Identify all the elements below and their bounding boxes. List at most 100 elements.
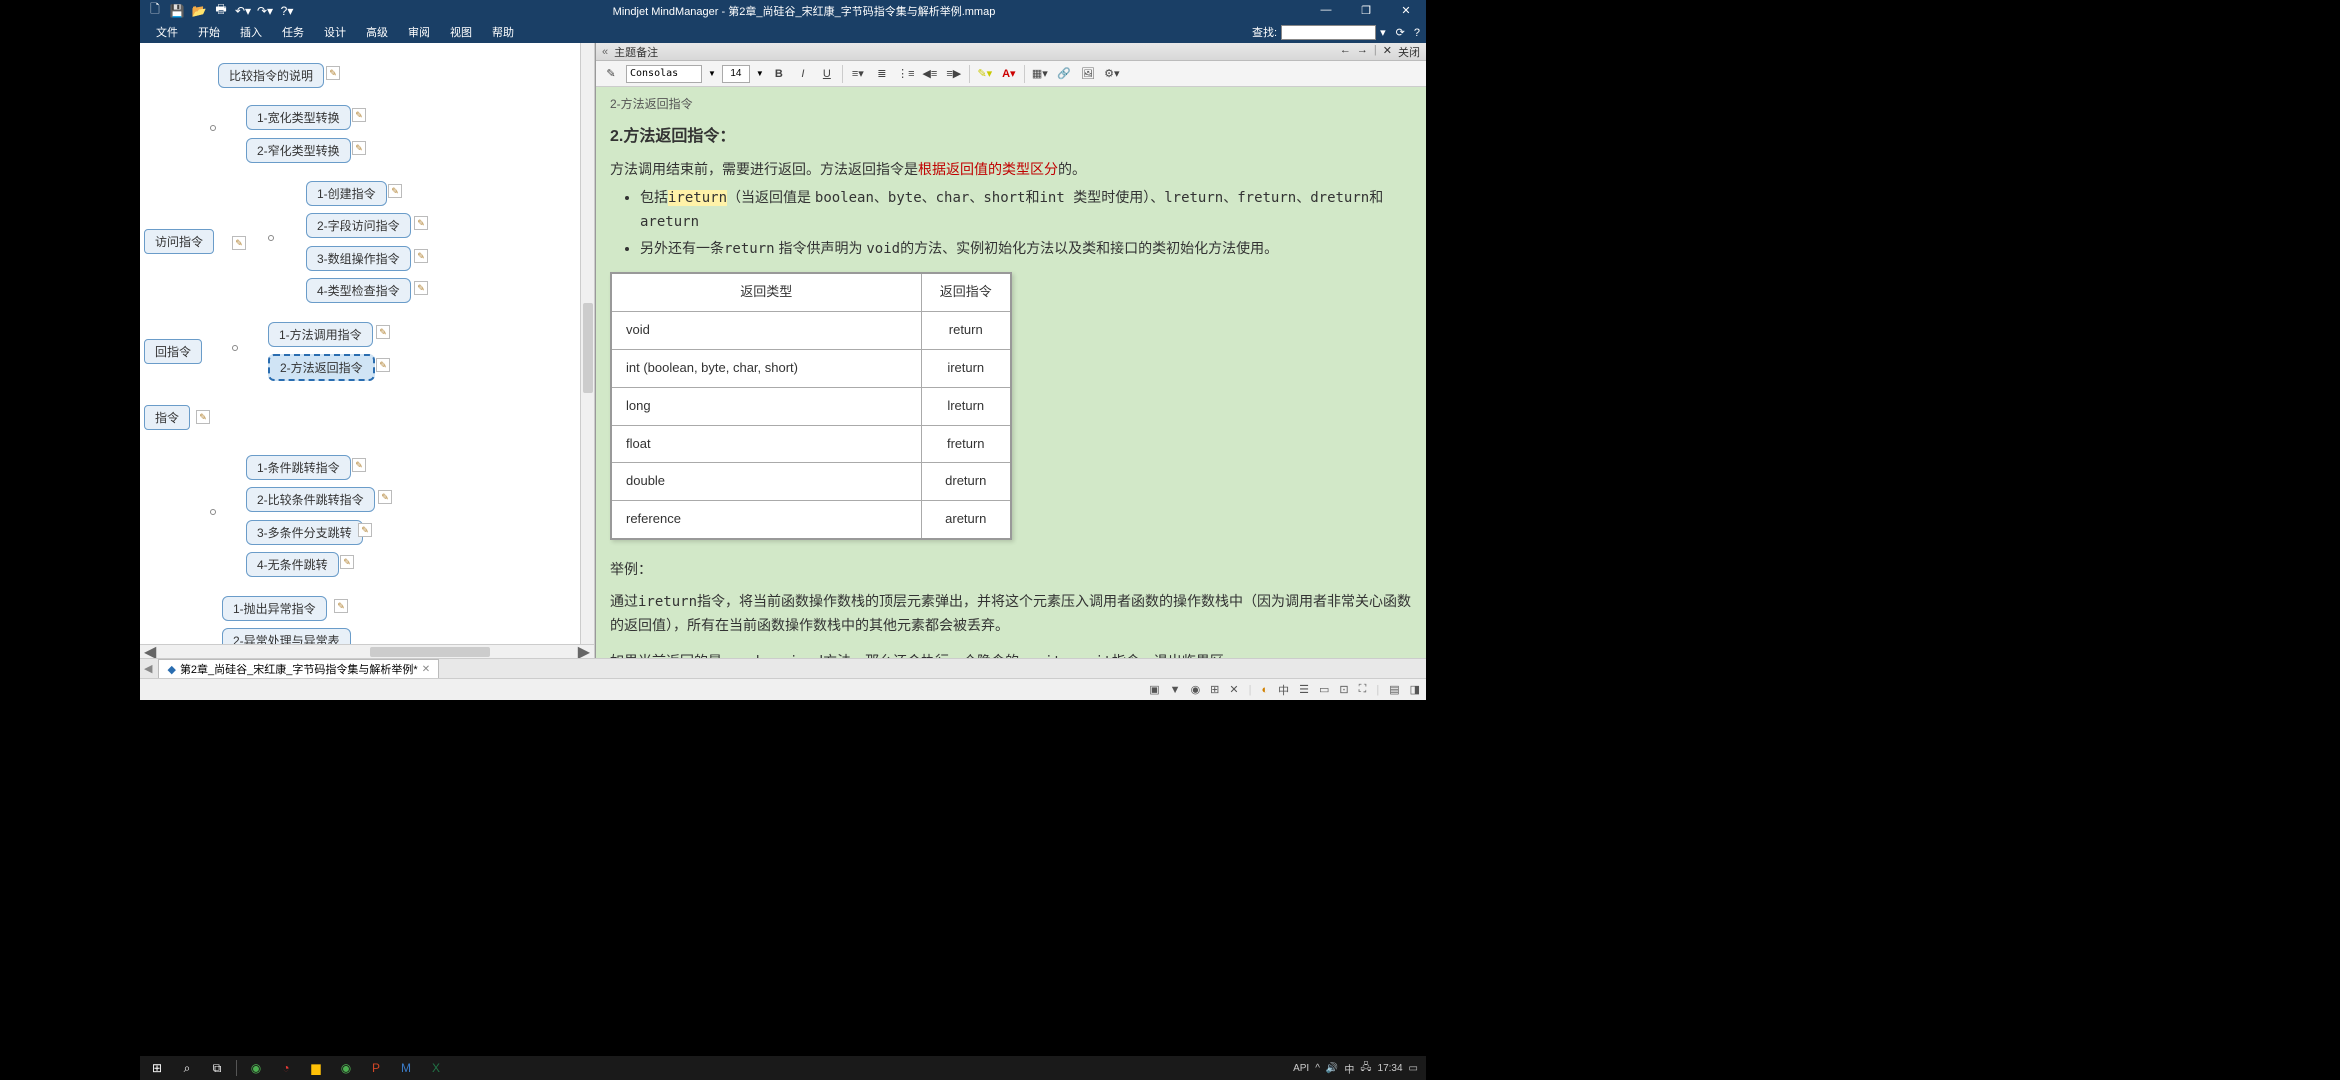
status-icon[interactable]: ▤ (1389, 683, 1399, 696)
menu-advanced[interactable]: 高级 (356, 24, 398, 40)
node-instr-root[interactable]: 指令 (144, 405, 190, 430)
help-dropdown-icon[interactable]: ?▾ (280, 4, 294, 18)
notes-body[interactable]: 2-方法返回指令 2.方法返回指令： 方法调用结束前，需要进行返回。方法返回指令… (596, 87, 1426, 658)
filter-icon[interactable]: ▼ (1170, 684, 1181, 696)
scroll-left-icon[interactable]: ◀ (140, 642, 160, 659)
canvas-horizontal-scrollbar[interactable]: ◀ ▶ (140, 644, 594, 658)
node-return-root[interactable]: 回指令 (144, 339, 202, 364)
node-invoke[interactable]: 1-方法调用指令 (268, 322, 373, 347)
cloud-icon[interactable]: ⟳ (1396, 27, 1405, 39)
status-icon[interactable]: ▭ (1319, 683, 1329, 696)
menu-insert[interactable]: 插入 (230, 24, 272, 40)
node-field[interactable]: 2-字段访问指令 (306, 213, 411, 238)
tray-arrow-icon[interactable]: ^ (1315, 1063, 1320, 1074)
start-button[interactable]: ⊞ (142, 1057, 172, 1079)
tray-ime-icon[interactable]: 中 (1344, 1061, 1354, 1076)
chrome-icon[interactable]: ◉ (241, 1057, 271, 1079)
app-icon[interactable]: ◔ (271, 1057, 301, 1079)
status-icon[interactable]: ▣ (1149, 683, 1159, 696)
search-input[interactable] (1281, 25, 1376, 40)
note-icon[interactable]: ✎ (414, 281, 428, 295)
node-uncond[interactable]: 4-无条件跳转 (246, 552, 339, 577)
note-icon[interactable]: ✎ (326, 66, 340, 80)
note-icon[interactable]: ✎ (196, 410, 210, 424)
explorer-icon[interactable]: ▆ (301, 1057, 331, 1079)
search-icon[interactable]: ⌕ (172, 1057, 202, 1079)
redo-icon[interactable]: ↷▾ (258, 4, 272, 18)
scroll-right-icon[interactable]: ▶ (574, 642, 594, 659)
tray-volume-icon[interactable]: 🔊 (1326, 1063, 1338, 1074)
link-button[interactable]: 🔗 (1055, 65, 1073, 83)
open-icon[interactable]: 📂 (192, 4, 206, 18)
minimize-button[interactable]: — (1306, 4, 1346, 17)
size-dropdown-icon[interactable]: ▼ (756, 69, 764, 78)
highlight-color-button[interactable]: ✎▾ (976, 65, 994, 83)
status-icon[interactable]: ⊞ (1210, 683, 1219, 696)
status-icon[interactable]: ◨ (1410, 683, 1420, 696)
node-create[interactable]: 1-创建指令 (306, 181, 387, 206)
table-button[interactable]: ▦▾ (1031, 65, 1049, 83)
close-button[interactable]: ✕ (1386, 4, 1426, 17)
more-button[interactable]: ⚙▾ (1103, 65, 1121, 83)
collapse-icon[interactable]: « (602, 46, 608, 58)
new-icon[interactable]: 🗋 (148, 4, 162, 18)
font-dropdown-icon[interactable]: ▼ (708, 69, 716, 78)
font-color-button[interactable]: A▾ (1000, 65, 1018, 83)
menu-review[interactable]: 审阅 (398, 24, 440, 40)
status-icon[interactable]: ✕ (1229, 683, 1238, 696)
menu-task[interactable]: 任务 (272, 24, 314, 40)
note-icon[interactable]: ✎ (334, 599, 348, 613)
note-icon[interactable]: ✎ (378, 490, 392, 504)
note-icon[interactable]: ✎ (352, 108, 366, 122)
italic-button[interactable]: I (794, 65, 812, 83)
node-cond[interactable]: 1-条件跳转指令 (246, 455, 351, 480)
bold-button[interactable]: B (770, 65, 788, 83)
maximize-button[interactable]: ❐ (1346, 4, 1386, 17)
align-button[interactable]: ≡▾ (849, 65, 867, 83)
prev-icon[interactable]: ← (1340, 44, 1351, 60)
node-typecheck[interactable]: 4-类型检查指令 (306, 278, 411, 303)
numlist-button[interactable]: ≣ (873, 65, 891, 83)
note-icon[interactable]: ✎ (414, 249, 428, 263)
outdent-button[interactable]: ◀≡ (921, 65, 939, 83)
indent-button[interactable]: ≡▶ (945, 65, 963, 83)
close-x-icon[interactable]: ✕ (1383, 44, 1392, 60)
node-access-root[interactable]: 访问指令 (144, 229, 214, 254)
tray-time[interactable]: 17:34 (1378, 1063, 1403, 1074)
menu-file[interactable]: 文件 (146, 24, 188, 40)
node-narrow[interactable]: 2-窄化类型转换 (246, 138, 351, 163)
mindmap-canvas[interactable]: 比较指令的说明 ✎ 1-宽化类型转换 ✎ 2-窄化类型转换 ✎ 访问指令 ✎ 1… (140, 43, 595, 658)
chrome2-icon[interactable]: ◉ (331, 1057, 361, 1079)
highlight-icon[interactable]: ✎ (602, 65, 620, 83)
note-icon[interactable]: ✎ (376, 358, 390, 372)
tray-network-icon[interactable]: 🖧 (1360, 1060, 1371, 1077)
note-icon[interactable]: ✎ (352, 141, 366, 155)
menu-design[interactable]: 设计 (314, 24, 356, 40)
tray-api-label[interactable]: API (1293, 1063, 1309, 1074)
taskview-icon[interactable]: ⧉ (202, 1057, 232, 1079)
fontsize-select[interactable] (722, 65, 750, 83)
node-array[interactable]: 3-数组操作指令 (306, 246, 411, 271)
status-icon[interactable]: ☰ (1299, 683, 1309, 696)
node-throw[interactable]: 1-抛出异常指令 (222, 596, 327, 621)
undo-icon[interactable]: ↶▾ (236, 4, 250, 18)
powerpoint-icon[interactable]: P (361, 1057, 391, 1079)
search-dropdown-icon[interactable]: ▾ (1380, 26, 1386, 39)
note-icon[interactable]: ✎ (388, 184, 402, 198)
tab-nav-left-icon[interactable]: ◀ (144, 662, 152, 675)
mindmanager-icon[interactable]: M (391, 1057, 421, 1079)
menu-view[interactable]: 视图 (440, 24, 482, 40)
status-icon[interactable]: ◉ (1191, 683, 1201, 696)
image-button[interactable]: 🖼 (1079, 65, 1097, 83)
excel-icon[interactable]: X (421, 1057, 451, 1079)
canvas-vertical-scrollbar[interactable] (580, 43, 594, 644)
status-icon[interactable]: ⊡ (1339, 683, 1348, 696)
underline-button[interactable]: U (818, 65, 836, 83)
menu-start[interactable]: 开始 (188, 24, 230, 40)
node-widen[interactable]: 1-宽化类型转换 (246, 105, 351, 130)
save-icon[interactable]: 💾 (170, 4, 184, 18)
print-icon[interactable]: 🖶 (214, 4, 228, 18)
document-tab[interactable]: ◆ 第2章_尚硅谷_宋红康_字节码指令集与解析举例* ✕ (158, 659, 439, 678)
status-icon[interactable]: 中 (1278, 682, 1289, 698)
tray-notifications-icon[interactable]: ▭ (1409, 1063, 1418, 1074)
